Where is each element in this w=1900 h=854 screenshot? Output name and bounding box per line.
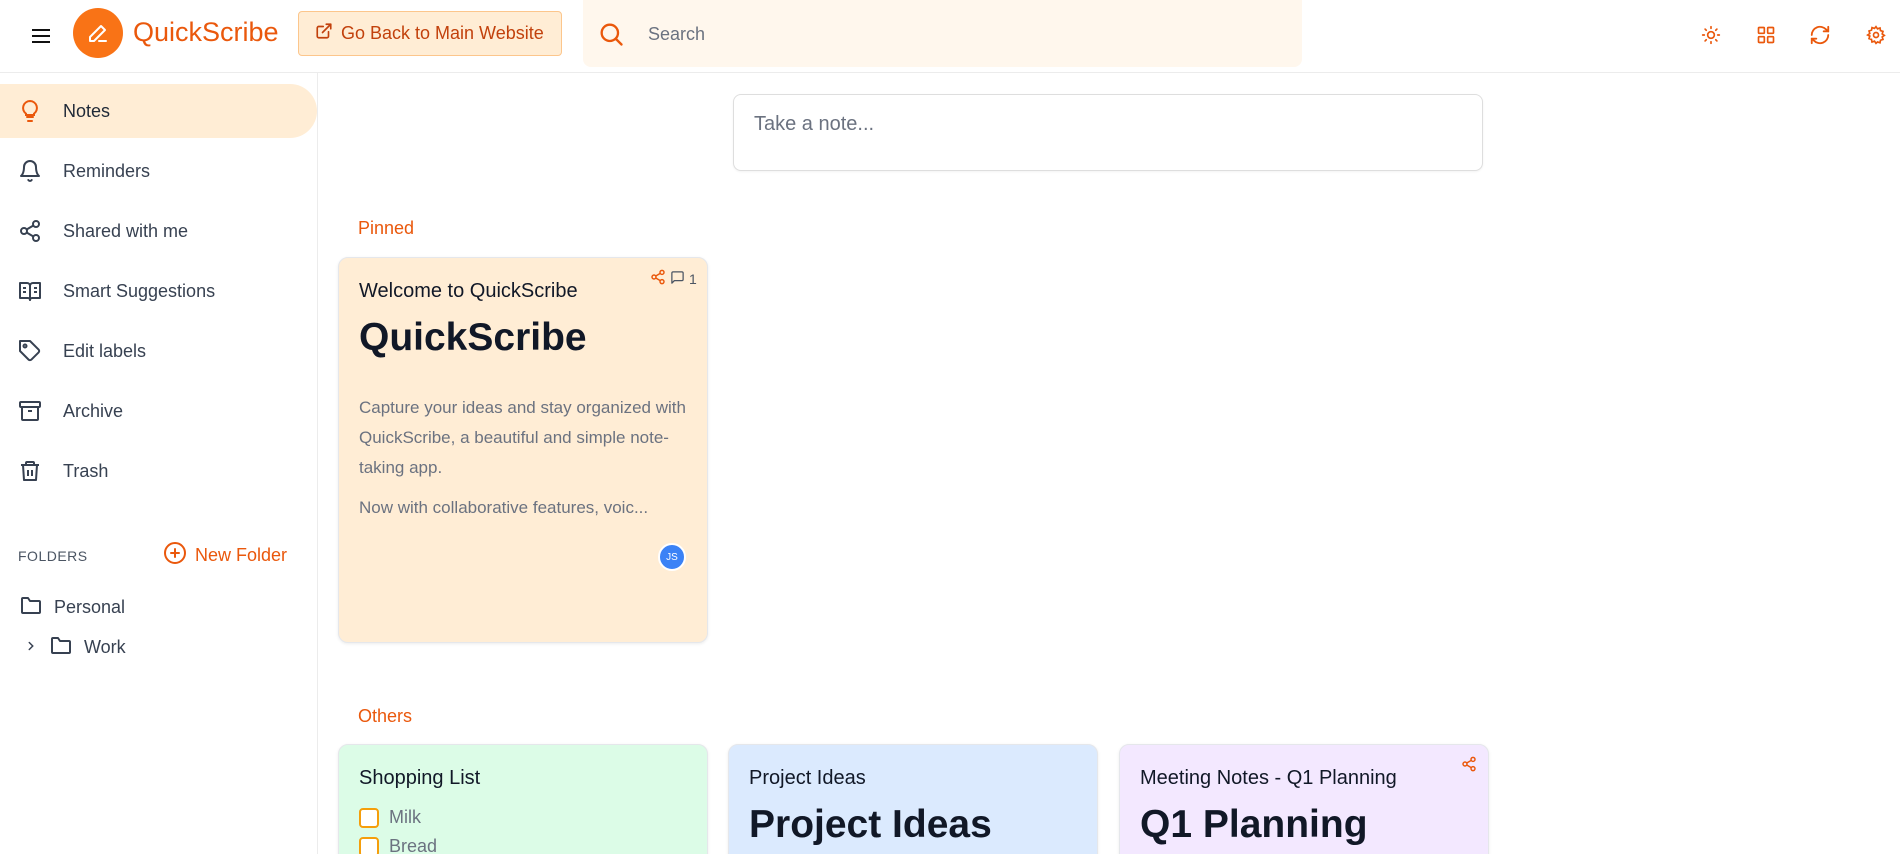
bell-icon [18, 159, 42, 183]
folder-label: Personal [54, 597, 126, 617]
sidebar-item-label: Trash [63, 460, 109, 481]
note-heading: Q1 Planning [1140, 803, 1368, 846]
share-icon[interactable] [650, 269, 666, 290]
settings-icon[interactable] [1862, 21, 1890, 49]
sidebar-item-smart-suggestions[interactable]: Smart Suggestions [0, 264, 317, 318]
go-back-label: Go Back to Main Website [341, 23, 544, 43]
folder-item-personal[interactable]: Personal [18, 593, 125, 622]
share-icon[interactable] [1461, 756, 1477, 777]
plus-circle-icon [163, 541, 187, 570]
note-heading: Project Ideas [749, 803, 992, 846]
sidebar: Notes Reminders Shared with me Smart Sug… [0, 73, 318, 854]
chevron-right-icon[interactable] [24, 637, 38, 658]
sidebar-item-notes[interactable]: Notes [0, 84, 317, 138]
sidebar-item-archive[interactable]: Archive [0, 384, 317, 438]
checklist-item[interactable]: Bread [359, 836, 437, 854]
pencil-icon[interactable] [73, 8, 123, 58]
note-title: Meeting Notes - Q1 Planning [1140, 767, 1397, 789]
note-title: Project Ideas [749, 767, 866, 789]
search-input[interactable] [648, 18, 1268, 50]
note-body-paragraph: Capture your ideas and stay organized wi… [359, 398, 686, 477]
new-folder-label: New Folder [195, 545, 288, 565]
comment-count-value: 1 [689, 271, 697, 287]
note-title: Welcome to QuickScribe [359, 280, 578, 302]
book-open-icon [18, 279, 42, 303]
sidebar-item-reminders[interactable]: Reminders [0, 144, 317, 198]
folder-icon [18, 593, 44, 622]
sidebar-item-label: Notes [63, 100, 111, 121]
sun-icon[interactable] [1697, 21, 1725, 49]
app-title[interactable]: QuickScribe [133, 17, 279, 48]
note-card-meeting-notes[interactable]: Meeting Notes - Q1 Planning Q1 Planning [1119, 744, 1489, 854]
main-content: Take a note... Pinned 1 Welcome to Quick… [319, 73, 1900, 854]
sidebar-item-edit-labels[interactable]: Edit labels [0, 324, 317, 378]
checkbox[interactable] [359, 807, 379, 828]
folder-item-work[interactable]: Work [24, 633, 126, 662]
checkbox[interactable] [359, 836, 379, 854]
others-label: Others [358, 706, 413, 726]
note-card-welcome[interactable]: 1 Welcome to QuickScribe QuickScribe Cap… [338, 257, 708, 643]
lightbulb-icon [18, 99, 42, 123]
top-bar: QuickScribe Go Back to Main Website [0, 0, 1900, 73]
avatar[interactable]: JS [658, 543, 686, 571]
archive-icon [18, 399, 42, 423]
grid-view-icon[interactable] [1752, 21, 1780, 49]
note-title: Shopping List [359, 767, 481, 789]
sidebar-item-shared[interactable]: Shared with me [0, 204, 317, 258]
external-link-icon [315, 22, 333, 45]
comment-count[interactable]: 1 [670, 270, 697, 288]
folders-heading: FOLDERS [18, 548, 88, 564]
tag-icon [18, 339, 42, 363]
note-card-project-ideas[interactable]: Project Ideas Project Ideas [728, 744, 1098, 854]
checklist-item-label: Bread [389, 836, 438, 854]
note-card-shopping-list[interactable]: Shopping List Milk Bread [338, 744, 708, 854]
sidebar-item-label: Smart Suggestions [63, 280, 216, 301]
search-bar [583, 0, 1302, 67]
folder-label: Work [84, 637, 126, 657]
folder-icon [48, 633, 74, 662]
sidebar-item-trash[interactable]: Trash [0, 444, 317, 498]
share-icon [18, 219, 42, 243]
note-body-paragraph: Now with collaborative features, voic... [359, 498, 649, 517]
checklist-item-label: Milk [389, 807, 421, 827]
new-folder-button[interactable]: New Folder [163, 541, 287, 570]
comment-icon [670, 270, 685, 288]
checklist-item[interactable]: Milk [359, 807, 421, 828]
pinned-label: Pinned [358, 218, 415, 238]
menu-icon[interactable] [27, 22, 55, 50]
go-back-button[interactable]: Go Back to Main Website [298, 11, 562, 56]
note-heading: QuickScribe [359, 316, 587, 359]
take-note-input[interactable]: Take a note... [733, 94, 1483, 171]
sidebar-item-label: Edit labels [63, 340, 147, 361]
refresh-icon[interactable] [1806, 21, 1834, 49]
sidebar-item-label: Archive [63, 400, 124, 421]
sidebar-item-label: Reminders [63, 160, 151, 181]
sidebar-item-label: Shared with me [63, 220, 189, 241]
trash-icon [18, 459, 42, 483]
search-icon[interactable] [597, 20, 625, 53]
